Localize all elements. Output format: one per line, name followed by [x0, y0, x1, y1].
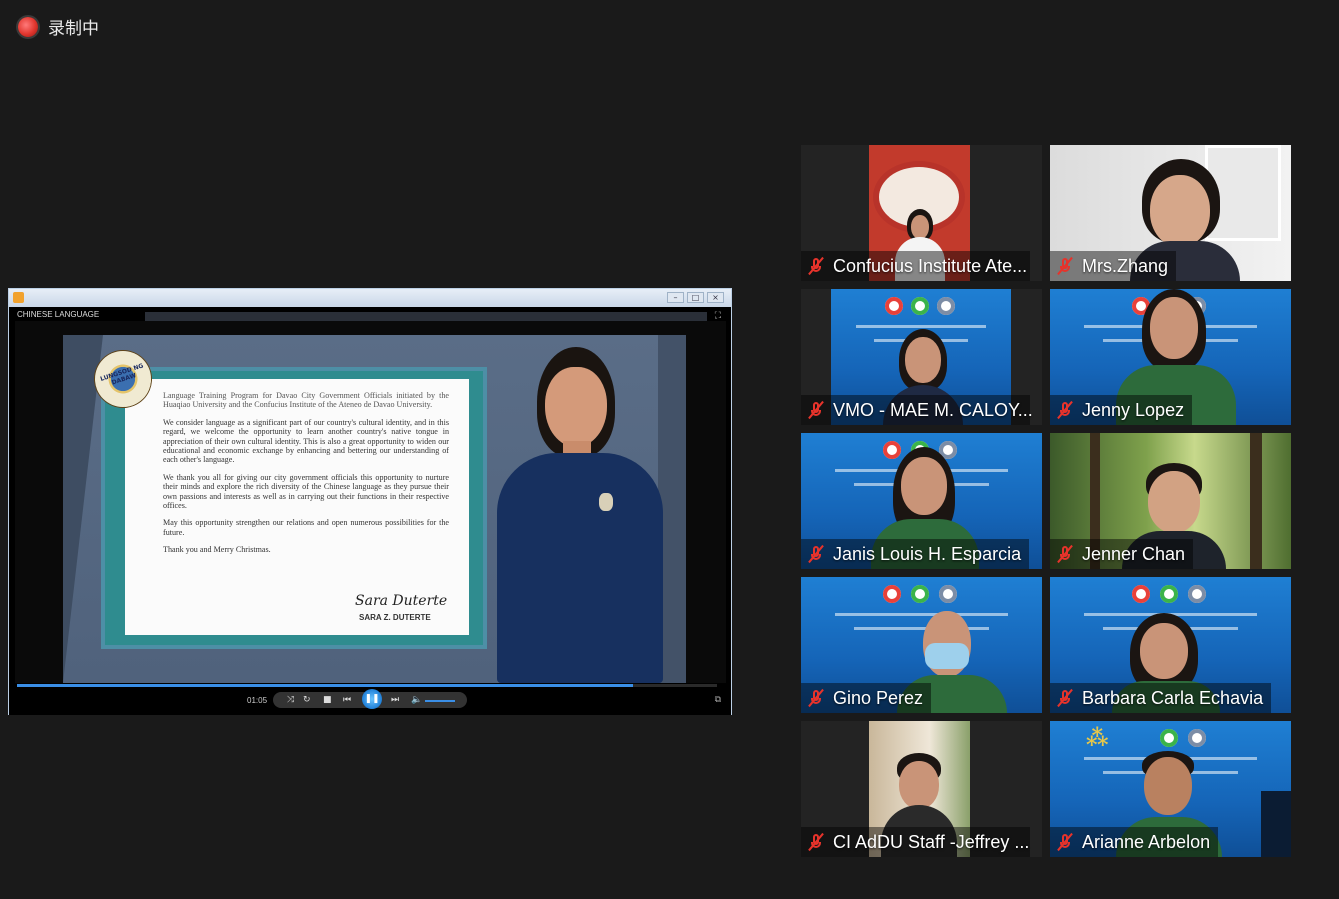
participant-name: Barbara Carla Echavia	[1082, 687, 1264, 708]
participant-tile-5[interactable]: Janis Louis H. Esparcia	[801, 433, 1042, 569]
controls-pill: ⤨ ↻ ■ ⏮ ❚❚ ⏭ 🔈	[273, 689, 467, 709]
repeat-icon[interactable]: ↻	[303, 694, 311, 706]
letter-paragraph-2: We thank you all for giving our city gov…	[163, 472, 449, 511]
video-title: CHINESE LANGUAGE	[17, 310, 100, 319]
participant-tile-8[interactable]: Barbara Carla Echavia	[1050, 577, 1291, 713]
name-label: Jenny Lopez	[1050, 395, 1193, 425]
name-label: Mrs.Zhang	[1050, 251, 1177, 281]
current-time: 01:05	[247, 696, 268, 705]
shared-screen-player[interactable]: – □ × CHINESE LANGUAGE ⛶ Language Traini…	[8, 288, 732, 715]
participant-name: VMO - MAE M. CALOY...	[833, 399, 1033, 420]
name-label: CI AdDU Staff -Jeffrey ...	[801, 827, 1030, 857]
participant-tile-2[interactable]: Mrs.Zhang	[1050, 145, 1291, 281]
name-label: VMO - MAE M. CALOY...	[801, 395, 1033, 425]
mic-muted-icon	[1056, 832, 1074, 852]
face-mask	[925, 643, 969, 669]
signatory-name: SARA Z. DUTERTE	[359, 613, 431, 622]
letter-paragraph-1: We consider language as a significant pa…	[163, 417, 449, 465]
participant-tile-4[interactable]: Jenny Lopez	[1050, 289, 1291, 425]
mic-muted-icon	[807, 400, 825, 420]
participant-head	[901, 457, 947, 515]
mic-muted-icon	[1056, 256, 1074, 276]
letter-closing: Thank you and Merry Christmas.	[163, 545, 271, 555]
participant-name: Arianne Arbelon	[1082, 831, 1211, 852]
presenter-figure	[485, 341, 695, 683]
player-app-icon	[13, 292, 24, 303]
participant-head	[1140, 623, 1188, 679]
banner-logos	[1050, 585, 1291, 605]
participant-tile-1[interactable]: Confucius Institute Ate...	[801, 145, 1042, 281]
recording-label: 录制中	[48, 19, 99, 39]
brooch-icon	[599, 493, 613, 511]
participant-head	[1144, 757, 1192, 815]
participant-tile-10[interactable]: ⁂ Arianne Arbelon	[1050, 721, 1291, 857]
participant-name: Janis Louis H. Esparcia	[833, 543, 1022, 564]
mic-muted-icon	[1056, 400, 1074, 420]
tree-trunk	[1250, 433, 1262, 569]
minimize-button[interactable]: –	[667, 292, 684, 303]
name-label: Arianne Arbelon	[1050, 827, 1219, 857]
seal-text: LUNGSOD NG DABAW	[99, 362, 145, 387]
volume-icon[interactable]: 🔈	[411, 694, 422, 706]
participant-head	[1150, 297, 1198, 359]
name-label: Barbara Carla Echavia	[1050, 683, 1272, 713]
video-header: CHINESE LANGUAGE ⛶	[13, 308, 727, 326]
participant-head	[1148, 471, 1200, 533]
participant-name: Jenner Chan	[1082, 543, 1186, 564]
previous-icon[interactable]: ⏮	[343, 694, 351, 706]
participant-head	[899, 761, 939, 809]
mic-muted-icon	[807, 688, 825, 708]
recording-indicator: 录制中	[18, 14, 99, 39]
letter-paragraph-3: May this opportunity strengthen our rela…	[163, 518, 449, 537]
mic-muted-icon	[1056, 544, 1074, 564]
participant-name: Confucius Institute Ate...	[833, 255, 1028, 276]
name-label: Confucius Institute Ate...	[801, 251, 1030, 281]
presenter-face	[545, 367, 607, 447]
city-seal-icon: LUNGSOD NG DABAW	[95, 351, 151, 407]
maximize-button[interactable]: □	[687, 292, 704, 303]
participant-name: Mrs.Zhang	[1082, 255, 1169, 276]
participant-tile-7[interactable]: Gino Perez	[801, 577, 1042, 713]
mic-muted-icon	[1056, 688, 1074, 708]
pause-button[interactable]: ❚❚	[362, 689, 382, 709]
stop-icon[interactable]: ■	[323, 694, 332, 706]
decorative-overlay	[1261, 791, 1291, 857]
mic-muted-icon	[807, 832, 825, 852]
participant-name: Gino Perez	[833, 687, 924, 708]
participant-tile-3[interactable]: VMO - MAE M. CALOY...	[801, 289, 1042, 425]
signature: Sara Duterte	[355, 593, 448, 609]
volume-slider[interactable]	[425, 700, 455, 702]
letter-intro: Language Training Program for Davao City…	[163, 391, 449, 410]
name-label: Janis Louis H. Esparcia	[801, 539, 1030, 569]
shuffle-icon[interactable]: ⤨	[287, 694, 294, 706]
player-titlebar[interactable]: – □ ×	[9, 289, 731, 307]
participant-head	[1150, 175, 1210, 247]
participant-tile-6[interactable]: Jenner Chan	[1050, 433, 1291, 569]
name-label: Gino Perez	[801, 683, 932, 713]
participant-head	[911, 215, 929, 239]
participant-tile-9[interactable]: CI AdDU Staff -Jeffrey ...	[801, 721, 1042, 857]
banner-logos	[801, 585, 1042, 605]
participant-name: CI AdDU Staff -Jeffrey ...	[833, 831, 1030, 852]
mini-player-icon[interactable]: ⧉	[715, 695, 721, 705]
player-controls: 01:05 ⤨ ↻ ■ ⏮ ❚❚ ⏭ 🔈 ⧉	[9, 687, 731, 715]
video-stage: Language Training Program for Davao City…	[15, 321, 726, 683]
next-icon[interactable]: ⏭	[391, 694, 399, 706]
banner-logos	[831, 297, 1011, 317]
presenter-dress	[497, 453, 663, 683]
name-label: Jenner Chan	[1050, 539, 1194, 569]
recording-dot-icon	[18, 16, 38, 37]
expand-icon[interactable]: ⛶	[715, 311, 721, 321]
mic-muted-icon	[807, 544, 825, 564]
close-button[interactable]: ×	[707, 292, 724, 303]
banner-logos	[1050, 729, 1291, 749]
participant-name: Jenny Lopez	[1082, 399, 1185, 420]
participant-head	[905, 337, 941, 383]
mic-muted-icon	[807, 256, 825, 276]
